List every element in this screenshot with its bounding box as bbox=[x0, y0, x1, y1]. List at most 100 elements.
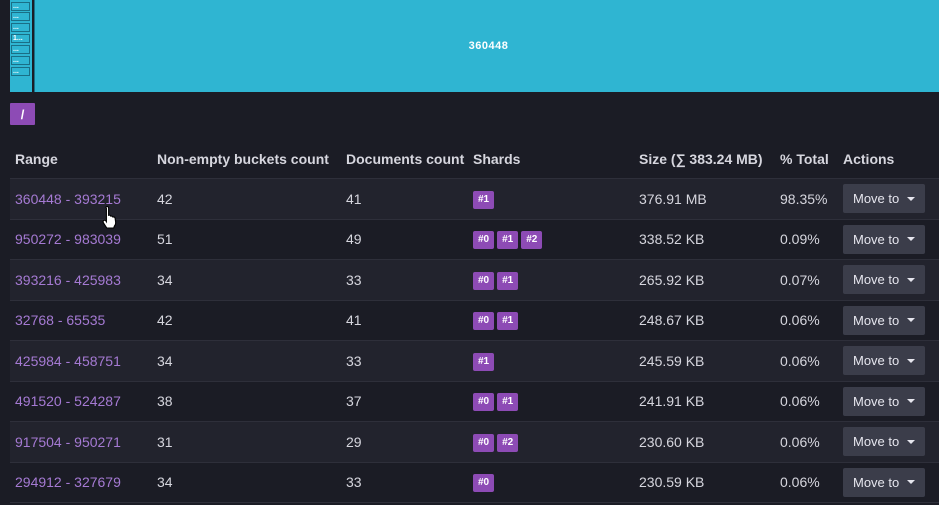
shards-cell: #0 #1 bbox=[468, 381, 634, 422]
treemap-mini-cell[interactable]: ... bbox=[11, 12, 30, 21]
buckets-count-cell: 38 bbox=[157, 393, 173, 410]
shard-badge: #0 bbox=[473, 433, 495, 452]
percent-total-cell: 0.06% bbox=[780, 433, 820, 450]
caret-down-icon bbox=[907, 439, 916, 444]
shard-badge: #0 bbox=[473, 474, 495, 493]
range-link[interactable]: 294912 - 327679 bbox=[15, 474, 121, 490]
shard-badge: #0 bbox=[473, 231, 495, 250]
path-label: / bbox=[20, 106, 25, 122]
range-link[interactable]: 32768 - 65535 bbox=[15, 312, 105, 328]
move-to-button[interactable]: Move to bbox=[843, 305, 926, 335]
header-buckets-count[interactable]: Non-empty buckets count bbox=[152, 140, 341, 179]
treemap-mini-cell[interactable]: ... bbox=[11, 2, 30, 11]
buckets-count-cell: 42 bbox=[157, 312, 173, 329]
hand-pointer-icon bbox=[102, 205, 117, 229]
table-row: 425984 - 458751 34 33 #1 245.59 KB 0.06% Move … bbox=[10, 340, 939, 382]
move-to-button[interactable]: Move to bbox=[843, 427, 926, 457]
shard-badge: #1 bbox=[497, 393, 519, 412]
documents-count-cell: 41 bbox=[346, 190, 362, 207]
treemap-mini-cell[interactable]: ... bbox=[11, 45, 30, 54]
caret-down-icon bbox=[907, 399, 916, 404]
table-header-row: Range Non-empty buckets count Documents … bbox=[10, 140, 939, 179]
treemap-mini-cell[interactable]: ... bbox=[11, 67, 30, 76]
size-cell: 230.60 KB bbox=[639, 433, 705, 450]
buckets-count-cell: 42 bbox=[157, 190, 173, 207]
move-to-button[interactable]: Move to bbox=[843, 184, 926, 214]
size-cell: 338.52 KB bbox=[639, 231, 705, 248]
range-link[interactable]: 491520 - 524287 bbox=[15, 393, 121, 409]
table-row: 491520 - 524287 38 37 #0 #1 241.91 KB 0.06% Mov… bbox=[10, 381, 939, 422]
shards-cell: #0 #1 #2 bbox=[468, 219, 634, 260]
buckets-count-cell: 34 bbox=[157, 352, 173, 369]
table-row: 950272 - 983039 51 49 #0 #1 #2 338.52 KB 0.09% M… bbox=[10, 219, 939, 260]
header-actions: Actions bbox=[838, 140, 939, 179]
treemap: ......... 1............ 360448 bbox=[0, 0, 939, 92]
range-link[interactable]: 425984 - 458751 bbox=[15, 353, 121, 369]
size-cell: 265.92 KB bbox=[639, 271, 705, 288]
table-row: 917504 - 950271 31 29 #0 #2 230.60 KB 0.06% Mov… bbox=[10, 421, 939, 462]
move-to-label: Move to bbox=[853, 474, 900, 490]
percent-total-cell: 0.07% bbox=[780, 271, 820, 288]
documents-count-cell: 49 bbox=[346, 231, 362, 248]
size-cell: 230.59 KB bbox=[639, 474, 705, 491]
treemap-mini-cell[interactable]: 1... bbox=[11, 34, 30, 43]
shards-cell: #0 #1 bbox=[468, 260, 634, 301]
size-cell: 241.91 KB bbox=[639, 393, 705, 410]
buckets-count-cell: 34 bbox=[157, 474, 173, 491]
percent-total-cell: 0.06% bbox=[780, 352, 820, 369]
shard-badge: #0 bbox=[473, 393, 495, 412]
shards-cell: #0 #1 bbox=[468, 300, 634, 341]
size-cell: 245.59 KB bbox=[639, 352, 705, 369]
size-cell: 248.67 KB bbox=[639, 312, 705, 329]
shard-badge: #0 bbox=[473, 271, 495, 290]
treemap-mini-cell[interactable]: ... bbox=[11, 23, 30, 32]
range-link[interactable]: 393216 - 425983 bbox=[15, 272, 121, 288]
percent-total-cell: 0.09% bbox=[780, 231, 820, 248]
buckets-count-cell: 34 bbox=[157, 271, 173, 288]
move-to-button[interactable]: Move to bbox=[843, 265, 926, 295]
range-link[interactable]: 950272 - 983039 bbox=[15, 231, 121, 247]
header-documents-count[interactable]: Documents count bbox=[341, 140, 468, 179]
move-to-label: Move to bbox=[853, 272, 900, 288]
move-to-label: Move to bbox=[853, 353, 900, 369]
treemap-mini-cell[interactable]: ... bbox=[11, 56, 30, 65]
range-link[interactable]: 917504 - 950271 bbox=[15, 434, 121, 450]
caret-down-icon bbox=[907, 277, 916, 282]
shard-badge: #1 bbox=[473, 190, 495, 209]
percent-total-cell: 0.06% bbox=[780, 312, 820, 329]
documents-count-cell: 33 bbox=[346, 271, 362, 288]
percent-total-cell: 0.06% bbox=[780, 393, 820, 410]
percent-total-cell: 98.35% bbox=[780, 190, 828, 207]
caret-down-icon bbox=[907, 480, 916, 485]
size-cell: 376.91 MB bbox=[639, 190, 707, 207]
treemap-main-cell[interactable]: 360448 bbox=[38, 0, 939, 92]
shards-cell: #1 bbox=[468, 179, 634, 220]
move-to-button[interactable]: Move to bbox=[843, 224, 926, 254]
caret-down-icon bbox=[907, 237, 916, 242]
caret-down-icon bbox=[907, 358, 916, 363]
shard-badge: #0 bbox=[473, 312, 495, 331]
shard-badge: #1 bbox=[497, 231, 519, 250]
documents-count-cell: 33 bbox=[346, 352, 362, 369]
shards-cell: #1 bbox=[468, 341, 634, 382]
table-row: 32768 - 65535 42 41 #0 #1 248.67 KB 0.06% Move … bbox=[10, 300, 939, 341]
header-size[interactable]: Size (∑ 383.24 MB) bbox=[634, 140, 775, 179]
buckets-count-cell: 51 bbox=[157, 231, 173, 248]
header-shards: Shards bbox=[468, 140, 634, 179]
table-row: 294912 - 327679 34 33 #0 230.59 KB 0.06% Move … bbox=[10, 462, 939, 503]
shard-badge: #1 bbox=[497, 312, 519, 331]
path-breadcrumb-button[interactable]: / bbox=[10, 103, 35, 125]
shard-badge: #2 bbox=[497, 433, 519, 452]
move-to-label: Move to bbox=[853, 231, 900, 247]
move-to-button[interactable]: Move to bbox=[843, 346, 926, 376]
move-to-button[interactable]: Move to bbox=[843, 386, 926, 416]
caret-down-icon bbox=[907, 196, 916, 201]
table-row: 360448 - 393215 42 41 #1 376.91 MB 98.35% Move… bbox=[10, 178, 939, 220]
treemap-main-label: 360448 bbox=[468, 40, 509, 52]
shard-badge: #1 bbox=[473, 352, 495, 371]
move-to-button[interactable]: Move to bbox=[843, 467, 926, 497]
header-percent-total[interactable]: % Total bbox=[775, 140, 838, 179]
documents-count-cell: 41 bbox=[346, 312, 362, 329]
header-range[interactable]: Range bbox=[10, 140, 152, 179]
move-to-label: Move to bbox=[853, 393, 900, 409]
